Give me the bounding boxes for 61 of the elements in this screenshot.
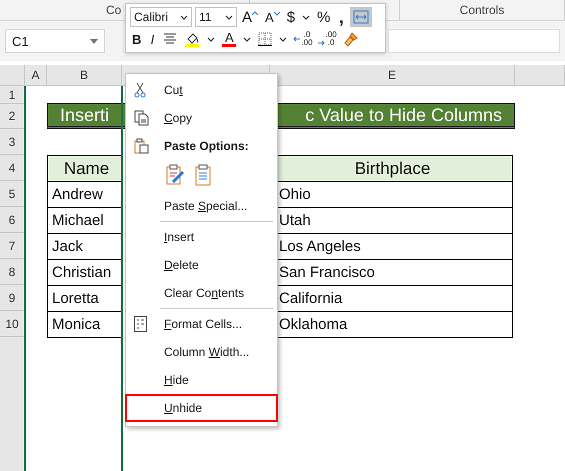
color-bar-icon xyxy=(222,44,236,47)
caret-icon xyxy=(180,14,188,20)
bold-button[interactable]: B xyxy=(130,29,144,49)
up-caret-icon xyxy=(252,11,258,15)
caret-icon xyxy=(302,14,310,20)
format-button[interactable]: % xyxy=(315,7,332,27)
title-text: Inserti xyxy=(60,104,110,126)
row-header[interactable]: 2 xyxy=(0,104,25,129)
clipboard-icon xyxy=(134,138,149,154)
grow-font-button[interactable]: A xyxy=(240,7,260,27)
name-box[interactable]: C1 xyxy=(5,29,105,53)
caret-icon xyxy=(225,14,233,20)
column-header[interactable]: B xyxy=(47,65,122,85)
font-size-field[interactable]: 11 xyxy=(195,7,237,27)
down-caret-icon xyxy=(274,12,280,16)
row-header[interactable]: 10 xyxy=(0,311,25,337)
increase-decimal-button[interactable]: .0 .00 xyxy=(292,29,314,49)
shrink-font-button[interactable]: A xyxy=(263,7,282,27)
row-header[interactable]: 3 xyxy=(0,129,25,155)
table-cell: Monica xyxy=(47,311,122,338)
font-name-field[interactable]: Calibri xyxy=(130,7,192,27)
row-header[interactable]: 1 xyxy=(0,86,25,104)
dropdown-arrow-icon xyxy=(90,38,98,44)
borders-icon xyxy=(258,32,272,46)
menu-item[interactable]: Copy xyxy=(125,104,278,132)
row-header[interactable]: 4 xyxy=(0,155,25,181)
menu-item[interactable]: Hide xyxy=(125,366,278,394)
paste-formatting-icon[interactable] xyxy=(165,164,185,186)
format-cells-icon xyxy=(134,316,147,332)
caret-icon xyxy=(279,36,288,42)
title-text: c Value to Hide Columns xyxy=(305,104,502,126)
group-label: Co xyxy=(106,3,122,17)
caret-icon xyxy=(243,36,252,42)
scissors-icon xyxy=(134,82,146,98)
paint-bucket-icon xyxy=(184,31,200,47)
align-center-icon xyxy=(163,33,178,45)
format-button[interactable]: $ xyxy=(284,7,298,27)
row-header[interactable]: 7 xyxy=(0,233,25,259)
paste-icon[interactable] xyxy=(195,164,211,186)
group-label: Controls xyxy=(460,3,504,17)
row-header[interactable]: 9 xyxy=(0,285,25,311)
merge-cells-icon xyxy=(353,10,370,24)
font-color-button[interactable]: A xyxy=(220,29,238,49)
decrease-decimal-button[interactable]: .00 .0 xyxy=(316,29,338,49)
column-header[interactable]: A xyxy=(25,65,47,85)
paintbrush-icon xyxy=(342,31,359,47)
menu-item[interactable]: Column Width... xyxy=(125,338,278,366)
menu-item[interactable]: Unhide xyxy=(125,394,278,422)
left-arrow-icon xyxy=(293,36,300,42)
row-header[interactable]: 5 xyxy=(0,181,25,207)
menu-heading: Paste Options: xyxy=(164,139,249,153)
formula-field[interactable] xyxy=(388,29,560,53)
row-header[interactable]: 8 xyxy=(0,259,25,285)
comma-style-button[interactable]: , xyxy=(335,7,348,27)
merge-button[interactable] xyxy=(350,7,372,27)
column-heading: Name xyxy=(47,155,122,182)
copy-icon xyxy=(134,110,149,126)
italic-button[interactable]: I xyxy=(146,29,158,49)
right-arrow-icon xyxy=(318,40,325,46)
row-header[interactable]: 6 xyxy=(0,207,25,233)
caret-icon xyxy=(207,36,216,42)
